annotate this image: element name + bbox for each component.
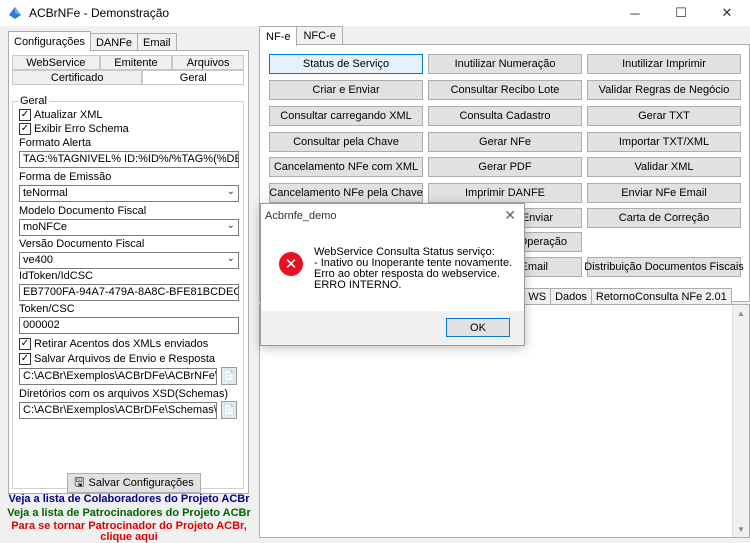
checkbox-check-icon: ✓ <box>19 123 31 135</box>
dialog-title: Acbrnfe_demo <box>265 210 337 222</box>
schemas-label: Diretórios com os arquivos XSD(Schemas) <box>19 388 229 400</box>
token-field[interactable]: 000002 <box>19 317 239 334</box>
subtab-arquivos[interactable]: Arquivos <box>172 55 244 70</box>
ok-button[interactable]: OK <box>446 318 510 337</box>
forma-emissao-value: teNormal <box>23 187 68 199</box>
subtab-certificado[interactable]: Certificado <box>12 70 143 85</box>
forma-emissao-label: Forma de Emissão <box>19 171 112 183</box>
versao-label: Versão Documento Fiscal <box>19 238 145 250</box>
inutilizar-numeracao-button[interactable]: Inutilizar Numeração <box>428 54 582 74</box>
path-field[interactable]: C:\ACBr\Exemplos\ACBrDFe\ACBrNFe\Delphi\ <box>19 368 217 385</box>
salvar-arquivos-label: Salvar Arquivos de Envio e Resposta <box>34 353 215 365</box>
subtab-emitente[interactable]: Emitente <box>99 55 173 70</box>
minimize-button[interactable]: ─ <box>612 0 658 26</box>
scroll-down-icon[interactable]: ▼ <box>733 521 749 537</box>
cancelamento-nfe-xml-button[interactable]: Cancelamento NFe com XML <box>269 157 423 177</box>
title-bar: ACBrNFe - Demonstração ─ ☐ ✕ <box>0 0 750 26</box>
app-icon <box>9 7 21 19</box>
scroll-up-icon[interactable]: ▲ <box>733 305 749 321</box>
idtoken-label: IdToken/IdCSC <box>19 270 93 282</box>
versao-select[interactable]: ve400 ⌄ <box>19 252 239 269</box>
error-icon: ✕ <box>279 252 303 276</box>
idtoken-field[interactable]: EB7700FA-94A7-479A-8A8C-BFE81BCDECFB <box>19 284 239 301</box>
retirar-acentos-label: Retirar Acentos dos XMLs enviados <box>34 338 209 350</box>
gerar-txt-button[interactable]: Gerar TXT <box>587 106 741 126</box>
subtab-geral[interactable]: Geral <box>142 70 244 85</box>
retirar-acentos-checkbox[interactable]: ✓ Retirar Acentos dos XMLs enviados <box>19 338 208 350</box>
consultar-pela-chave-button[interactable]: Consultar pela Chave <box>269 132 423 152</box>
tab-nfce[interactable]: NFC-e <box>296 26 343 44</box>
vertical-scrollbar[interactable]: ▲ ▼ <box>732 305 749 537</box>
maximize-button[interactable]: ☐ <box>658 0 704 26</box>
chevron-down-icon: ⌄ <box>226 220 235 231</box>
link-colaboradores[interactable]: Veja a lista de Colaboradores do Projeto… <box>0 493 258 505</box>
dialog-close-button[interactable]: ✕ <box>504 207 516 224</box>
validar-regras-negocio-button[interactable]: Validar Regras de Negócio <box>587 80 741 100</box>
exibir-erro-schema-checkbox[interactable]: ✓ Exibir Erro Schema <box>19 123 129 135</box>
tab-dados[interactable]: Dados <box>550 288 592 305</box>
subtab-webservice[interactable]: WebService <box>12 55 100 70</box>
folder-icon: 📄 <box>222 404 236 416</box>
checkbox-check-icon: ✓ <box>19 353 31 365</box>
consultar-recibo-lote-button[interactable]: Consultar Recibo Lote <box>428 80 582 100</box>
salvar-arquivos-checkbox[interactable]: ✓ Salvar Arquivos de Envio e Resposta <box>19 353 215 365</box>
enviar-nfe-email-button[interactable]: Enviar NFe Email <box>587 183 741 203</box>
modelo-label: Modelo Documento Fiscal <box>19 205 147 217</box>
gerar-nfe-button[interactable]: Gerar NFe <box>428 132 582 152</box>
checkbox-check-icon: ✓ <box>19 338 31 350</box>
close-button[interactable]: ✕ <box>704 0 750 26</box>
chevron-down-icon: ⌄ <box>226 186 235 197</box>
checkbox-check-icon: ✓ <box>19 109 31 121</box>
browse-schemas-button[interactable]: 📄 <box>221 401 237 419</box>
exibir-erro-schema-label: Exibir Erro Schema <box>34 123 129 135</box>
tab-danfe[interactable]: DANFe <box>89 33 138 51</box>
cancelamento-nfe-chave-button[interactable]: Cancelamento NFe pela Chave <box>269 183 423 203</box>
dialog-message: WebService Consulta Status serviço: - In… <box>314 247 512 291</box>
distribuicao-documentos-button[interactable]: Distribuição Documentos Fiscais <box>584 257 744 277</box>
token-label: Token/CSC <box>19 303 75 315</box>
dialog-footer: OK <box>261 311 524 345</box>
tab-configuracoes[interactable]: Configurações <box>8 31 91 51</box>
atualizar-xml-label: Atualizar XML <box>34 109 103 121</box>
status-servico-button[interactable]: Status de Serviço <box>269 54 423 74</box>
browse-folder-button[interactable]: 📄 <box>221 367 237 385</box>
criar-enviar-button[interactable]: Criar e Enviar <box>269 80 423 100</box>
left-pane: Configurações DANFe Email WebService Emi… <box>8 31 249 542</box>
atualizar-xml-checkbox[interactable]: ✓ Atualizar XML <box>19 109 102 121</box>
window-title: ACBrNFe - Demonstração <box>29 6 170 20</box>
folder-icon: 📄 <box>222 370 236 382</box>
inutilizar-imprimir-button[interactable]: Inutilizar Imprimir <box>587 54 741 74</box>
formato-alerta-label: Formato Alerta <box>19 137 92 149</box>
gerar-pdf-button[interactable]: Gerar PDF <box>428 157 582 177</box>
modelo-value: moNFCe <box>23 221 68 233</box>
importar-txt-xml-button[interactable]: Importar TXT/XML <box>587 132 741 152</box>
config-panel: WebService Emitente Arquivos Certificado… <box>8 50 249 494</box>
tab-nfe[interactable]: NF-e <box>259 26 298 46</box>
save-label: Salvar Configurações <box>88 477 194 489</box>
group-label: Geral <box>18 95 49 107</box>
salvar-configuracoes-button[interactable]: 🖫 Salvar Configurações <box>67 473 201 493</box>
schemas-field[interactable]: C:\ACBr\Exemplos\ACBrDFe\Schemas\NFe <box>19 402 217 419</box>
consultar-carregando-xml-button[interactable]: Consultar carregando XML <box>269 106 423 126</box>
modelo-select[interactable]: moNFCe ⌄ <box>19 219 239 236</box>
link-clique-aqui[interactable]: clique aqui <box>0 531 258 543</box>
save-icon: 🖫 <box>74 474 85 489</box>
tab-retorno-consulta[interactable]: RetornoConsulta NFe 2.01 <box>590 288 732 305</box>
error-dialog: Acbrnfe_demo ✕ ✕ WebService Consulta Sta… <box>260 203 525 346</box>
consulta-cadastro-button[interactable]: Consulta Cadastro <box>428 106 582 126</box>
forma-emissao-select[interactable]: teNormal ⌄ <box>19 185 239 202</box>
formato-alerta-field[interactable]: TAG:%TAGNIVEL% ID:%ID%/%TAG%(%DESCRICAO%… <box>19 151 239 168</box>
dialog-message-line: ERRO INTERNO. <box>314 279 402 291</box>
chevron-down-icon: ⌄ <box>226 253 235 264</box>
link-patrocinadores[interactable]: Veja a lista de Patrocinadores do Projet… <box>0 507 258 519</box>
imprimir-danfe-button[interactable]: Imprimir DANFE <box>428 183 582 203</box>
validar-xml-button[interactable]: Validar XML <box>587 157 741 177</box>
versao-value: ve400 <box>23 254 53 266</box>
carta-correcao-button[interactable]: Carta de Correção <box>587 208 741 228</box>
tab-email[interactable]: Email <box>137 33 177 51</box>
